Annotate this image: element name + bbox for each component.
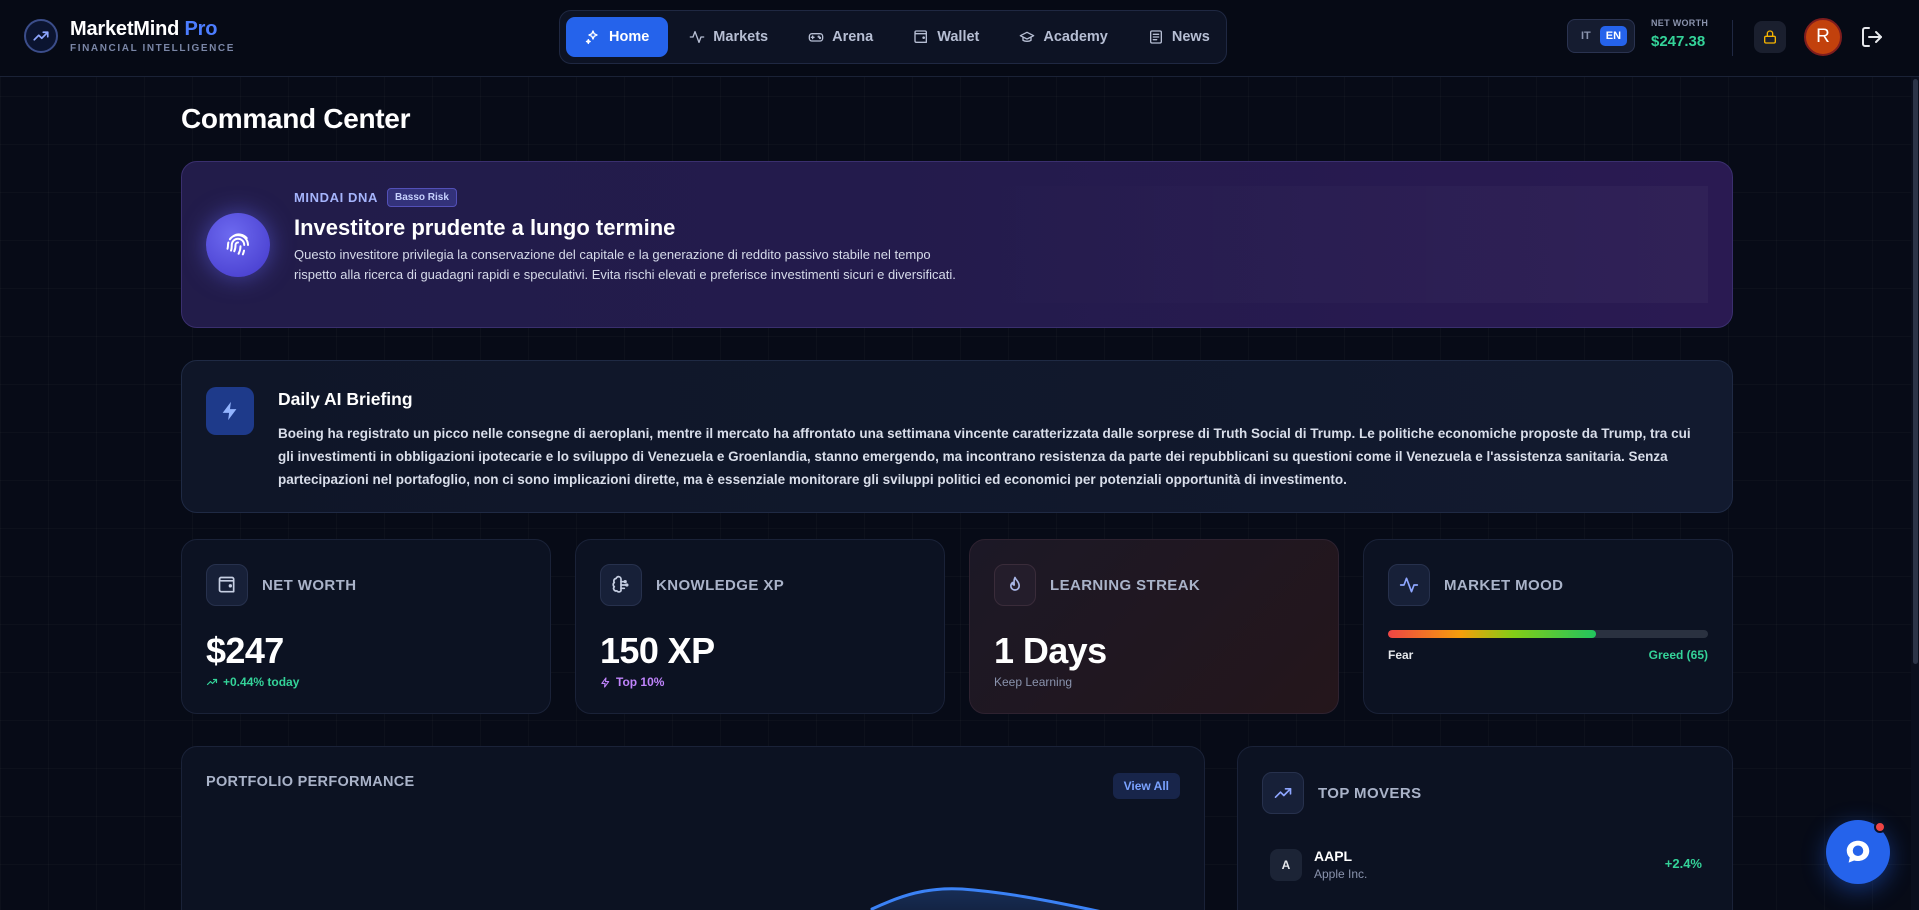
fingerprint-icon xyxy=(206,213,270,277)
top-movers-title: TOP MOVERS xyxy=(1318,785,1422,802)
mood-greed-label: Greed (65) xyxy=(1648,648,1708,662)
language-switcher: IT EN xyxy=(1567,19,1635,53)
learning-streak-value: 1 Days xyxy=(994,630,1107,671)
mover-badge: A xyxy=(1270,849,1302,881)
nav-wallet[interactable]: Wallet xyxy=(894,17,998,57)
nav-news-label: News xyxy=(1171,29,1210,45)
briefing-title: Daily AI Briefing xyxy=(278,389,413,409)
net-worth-change: +0.44% today xyxy=(206,675,299,689)
mood-gauge xyxy=(1388,630,1708,638)
learning-streak-label: LEARNING STREAK xyxy=(1050,577,1201,594)
graduation-cap-icon xyxy=(1020,31,1035,42)
mover-row-aapl[interactable]: A AAPL Apple Inc. +2.4% xyxy=(1270,847,1702,883)
nav-markets-label: Markets xyxy=(713,29,769,45)
portfolio-title: PORTFOLIO PERFORMANCE xyxy=(206,774,415,790)
lang-it-button[interactable]: IT xyxy=(1575,26,1597,46)
lock-icon xyxy=(1764,30,1776,44)
learning-streak-sub: Keep Learning xyxy=(994,675,1073,689)
brand-tagline: FINANCIAL INTELLIGENCE xyxy=(70,43,236,54)
zap-icon xyxy=(601,676,610,688)
view-all-button[interactable]: View All xyxy=(1112,773,1180,799)
net-worth-change-text: +0.44% today xyxy=(223,675,300,689)
avatar[interactable]: R xyxy=(1804,18,1842,56)
nav-home[interactable]: Home xyxy=(566,17,669,57)
sparkles-icon xyxy=(585,30,598,45)
nav-news[interactable]: News xyxy=(1129,17,1229,57)
logout-icon xyxy=(1862,27,1882,47)
knowledge-xp-rank-text: Top 10% xyxy=(616,675,665,689)
dna-glow-panel xyxy=(948,186,1708,303)
nav-arena-label: Arena xyxy=(832,29,874,45)
mover-change: +2.4% xyxy=(1664,856,1702,871)
mindai-dna-card: MINDAI DNA Basso Risk Investitore pruden… xyxy=(181,161,1733,328)
page-title: Command Center xyxy=(181,103,411,134)
nav-wallet-label: Wallet xyxy=(937,29,980,45)
lightning-icon xyxy=(206,387,254,435)
main-nav: Home Markets Arena Wallet Academy News xyxy=(559,10,1227,64)
nav-markets[interactable]: Markets xyxy=(670,17,787,57)
nav-academy[interactable]: Academy xyxy=(1000,17,1126,57)
logout-button[interactable] xyxy=(1860,25,1884,49)
trending-chart-logo-icon xyxy=(24,19,58,53)
knowledge-xp-rank: Top 10% xyxy=(600,675,664,689)
learning-streak-card: LEARNING STREAK 1 Days Keep Learning xyxy=(969,539,1339,714)
mover-symbol: AAPL xyxy=(1314,848,1353,864)
daily-briefing-card: Daily AI Briefing Boeing ha registrato u… xyxy=(181,360,1733,513)
dna-title: Investitore prudente a lungo termine xyxy=(294,215,676,240)
risk-badge: Basso Risk xyxy=(387,188,457,207)
portfolio-chart xyxy=(870,887,1100,910)
knowledge-xp-card: KNOWLEDGE XP 150 XP Top 10% xyxy=(575,539,945,714)
brand-pro: Pro xyxy=(184,18,218,40)
top-movers-card: TOP MOVERS A AAPL Apple Inc. +2.4% xyxy=(1237,746,1733,910)
header-net-worth: NET WORTH $247.38 xyxy=(1651,18,1715,50)
market-mood-card: MARKET MOOD Fear Greed (65) xyxy=(1363,539,1733,714)
portfolio-performance-card: PORTFOLIO PERFORMANCE View All xyxy=(181,746,1205,910)
flame-icon xyxy=(994,564,1036,606)
nav-home-label: Home xyxy=(609,29,650,45)
knowledge-xp-label: KNOWLEDGE XP xyxy=(656,577,785,594)
net-worth-card: NET WORTH $247 +0.44% today xyxy=(181,539,551,714)
brain-icon xyxy=(600,564,642,606)
net-worth-label: NET WORTH xyxy=(262,577,357,594)
scrollbar-thumb[interactable] xyxy=(1913,79,1918,664)
header-net-worth-value: $247.38 xyxy=(1651,33,1706,50)
header-divider xyxy=(1732,20,1733,56)
activity-icon xyxy=(1388,564,1430,606)
lock-button[interactable] xyxy=(1754,21,1786,53)
trend-up-icon xyxy=(1262,772,1304,814)
newspaper-icon xyxy=(1149,30,1162,44)
trend-up-icon xyxy=(206,678,218,686)
top-navbar: MarketMind Pro FINANCIAL INTELLIGENCE Ho… xyxy=(0,0,1919,77)
nav-academy-label: Academy xyxy=(1043,29,1108,45)
nav-arena[interactable]: Arena xyxy=(789,17,892,57)
brand-name: MarketMind Pro xyxy=(70,18,218,40)
activity-icon xyxy=(689,31,705,43)
dna-description: Questo investitore privilegia la conserv… xyxy=(294,247,956,282)
mover-name: Apple Inc. xyxy=(1314,867,1368,881)
dna-kicker-label: MINDAI DNA xyxy=(294,190,378,205)
brand[interactable]: MarketMind Pro FINANCIAL INTELLIGENCE xyxy=(24,18,235,54)
dna-kicker: MINDAI DNA Basso Risk xyxy=(294,188,457,207)
lang-en-button[interactable]: EN xyxy=(1599,26,1628,46)
net-worth-value: $247 xyxy=(206,630,284,671)
knowledge-xp-value: 150 XP xyxy=(600,630,715,671)
chat-bubble-icon xyxy=(1846,840,1870,863)
mood-gauge-fill xyxy=(1388,630,1596,638)
notification-dot xyxy=(1874,821,1886,833)
mood-fear-label: Fear xyxy=(1388,648,1414,662)
header-net-worth-label: NET WORTH xyxy=(1651,18,1709,28)
briefing-text: Boeing ha registrato un picco nelle cons… xyxy=(278,426,1691,487)
wallet-icon xyxy=(206,564,248,606)
market-mood-label: MARKET MOOD xyxy=(1444,577,1564,594)
wallet-icon xyxy=(914,30,928,43)
gamepad-icon xyxy=(808,32,824,42)
